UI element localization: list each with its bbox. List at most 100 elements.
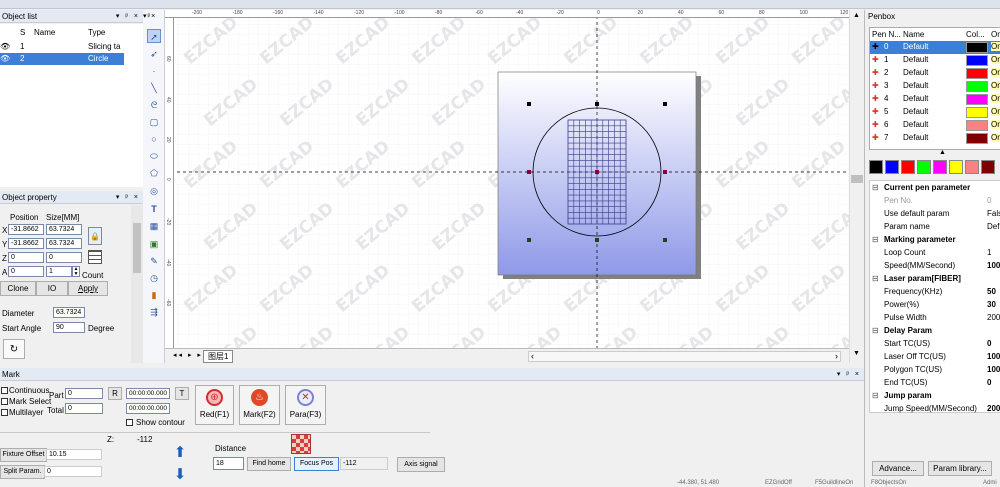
fixture-offset-input[interactable] — [46, 449, 102, 460]
mark-button[interactable]: ♨ Mark(F2) — [239, 385, 280, 425]
palette-expand-icon[interactable]: ▲ — [939, 149, 946, 156]
diameter-input[interactable] — [53, 307, 85, 318]
point-icon[interactable]: · — [147, 64, 161, 78]
param-value[interactable]: 100 — [987, 363, 1000, 376]
list-item-selected[interactable]: 👁 2 Circle — [0, 53, 124, 65]
pen-color-swatch[interactable] — [966, 133, 988, 144]
pen-row[interactable]: ✚ 4 Default On — [870, 93, 1000, 106]
text-icon[interactable]: T — [147, 202, 161, 216]
eye-icon[interactable]: 👁 — [0, 42, 10, 51]
param-value[interactable]: 200 — [987, 402, 1000, 415]
panel-controls-icon[interactable]: ▾ ᵖ × — [116, 10, 140, 23]
io-button[interactable]: IO — [36, 281, 68, 296]
vertical-scrollbar[interactable] — [131, 205, 143, 363]
collapse-icon[interactable]: ⊟ — [872, 181, 879, 194]
param-value[interactable]: Def — [987, 220, 999, 233]
barcode-icon[interactable]: ▦ — [147, 219, 161, 233]
apply-button[interactable]: Apply — [68, 281, 108, 296]
y-position-input[interactable] — [8, 238, 44, 249]
param-value[interactable]: 0 — [987, 337, 991, 350]
collapse-icon[interactable]: ⊟ — [872, 272, 879, 285]
pen-color-swatch[interactable] — [966, 42, 988, 53]
palette-swatch[interactable] — [933, 160, 947, 174]
x-size-input[interactable] — [46, 224, 82, 235]
list-item[interactable]: 👁 1 Slicing ta — [0, 41, 124, 53]
red-button[interactable]: ⊕ Red(F1) — [195, 385, 234, 425]
count-spinner-icon[interactable]: ▲ ▼ — [72, 266, 80, 277]
start-angle-input[interactable] — [53, 322, 85, 333]
ellipse-icon[interactable]: ⬭ — [147, 149, 161, 163]
find-home-button[interactable]: Find home — [247, 457, 291, 471]
total-input[interactable] — [65, 403, 103, 414]
param-value[interactable]: 50 — [987, 285, 996, 298]
pen-row[interactable]: ✚ 5 Default On — [870, 106, 1000, 119]
param-row[interactable]: End TC(US) 0 — [868, 376, 1000, 389]
param-value[interactable]: 100 — [987, 259, 1000, 272]
distance-input[interactable] — [213, 457, 244, 470]
param-row[interactable]: Loop Count 1 — [868, 246, 1000, 259]
node-edit-icon[interactable]: ➶ — [147, 47, 161, 61]
part-input[interactable] — [65, 388, 103, 399]
param-row[interactable]: Use default param Fals — [868, 207, 1000, 220]
split-param-button[interactable]: Split Param. — [0, 465, 45, 479]
mark-select-checkbox[interactable] — [1, 398, 8, 405]
lock-ratio-button[interactable]: 🔒 — [88, 227, 102, 245]
pen-row[interactable]: ✚ 3 Default On — [870, 80, 1000, 93]
param-value[interactable]: 100 — [987, 350, 1000, 363]
param-row[interactable]: Polygon TC(US) 100 — [868, 363, 1000, 376]
vector-file-icon[interactable]: ✎ — [147, 254, 161, 268]
panel-controls-icon[interactable]: ▾ ᵖ × — [116, 191, 140, 204]
polygon-icon[interactable]: ⬠ — [147, 166, 161, 180]
para-button[interactable]: ✕ Para(F3) — [285, 385, 326, 425]
param-value[interactable]: 0 — [987, 376, 991, 389]
timer-icon[interactable]: ◷ — [147, 271, 161, 285]
multilayer-checkbox[interactable] — [1, 409, 8, 416]
y-size-input[interactable] — [46, 238, 82, 249]
input-port-icon[interactable]: ▮ — [147, 288, 161, 302]
reset-part-button[interactable]: R — [108, 387, 122, 400]
collapse-icon[interactable]: ⊟ — [872, 324, 879, 337]
param-value[interactable]: 1 — [987, 246, 991, 259]
palette-swatch[interactable] — [965, 160, 979, 174]
param-row[interactable]: Laser Off TC(US) 100 — [868, 350, 1000, 363]
line-icon[interactable]: ╲ — [147, 81, 161, 95]
z-position-input[interactable] — [8, 252, 44, 263]
rectangle-icon[interactable]: ▢ — [147, 115, 161, 129]
param-value[interactable]: 200 — [987, 311, 1000, 324]
param-library-button[interactable]: Param library... — [928, 461, 992, 476]
focus-pattern-icon[interactable] — [291, 434, 311, 454]
param-value[interactable]: 30 — [987, 298, 996, 311]
circle-icon[interactable]: ○ — [147, 132, 161, 146]
pen-color-swatch[interactable] — [966, 68, 988, 79]
rotate-icon[interactable]: ↻ — [3, 339, 25, 359]
drawing-canvas[interactable]: EZCAD EZCAD EZCAD EZCAD EZCAD EZCAD EZCAD EZCAD… — [165, 10, 849, 348]
palette-swatch[interactable] — [901, 160, 915, 174]
count-input[interactable] — [46, 266, 72, 277]
canvas-svg[interactable]: EZCAD EZCAD EZCAD EZCAD EZCAD EZCAD EZCAD EZCAD… — [165, 10, 849, 348]
param-row[interactable]: Jump Speed(MM/Second) 200 — [868, 402, 1000, 415]
palette-swatch[interactable] — [869, 160, 883, 174]
select-arrow-icon[interactable]: ➚ — [147, 29, 161, 43]
horizontal-scrollbar[interactable]: ‹ › — [528, 351, 841, 362]
a-input[interactable] — [8, 266, 44, 277]
reset-time-button[interactable]: T — [175, 387, 189, 400]
z-down-arrow-icon[interactable]: ⬇ — [172, 466, 188, 484]
pen-color-swatch[interactable] — [966, 107, 988, 118]
palette-swatch[interactable] — [949, 160, 963, 174]
z-size-input[interactable] — [46, 252, 82, 263]
split-param-input[interactable] — [44, 466, 102, 477]
continuous-checkbox[interactable] — [1, 387, 8, 394]
pen-color-swatch[interactable] — [966, 120, 988, 131]
clone-button[interactable]: Clone — [0, 281, 36, 296]
param-row[interactable]: Speed(MM/Second) 100 — [868, 259, 1000, 272]
pen-row[interactable]: ✚ 6 Default On — [870, 119, 1000, 132]
pen-color-swatch[interactable] — [966, 55, 988, 66]
param-row[interactable]: Frequency(KHz) 50 — [868, 285, 1000, 298]
axis-signal-button[interactable]: Axis signal — [397, 457, 445, 472]
palette-swatch[interactable] — [981, 160, 995, 174]
z-up-arrow-icon[interactable]: ⬆ — [172, 444, 188, 462]
collapse-icon[interactable]: ⊟ — [872, 389, 879, 402]
fixture-offset-button[interactable]: Fixture Offset — [0, 448, 47, 462]
x-position-input[interactable] — [8, 224, 44, 235]
pen-color-swatch[interactable] — [966, 94, 988, 105]
